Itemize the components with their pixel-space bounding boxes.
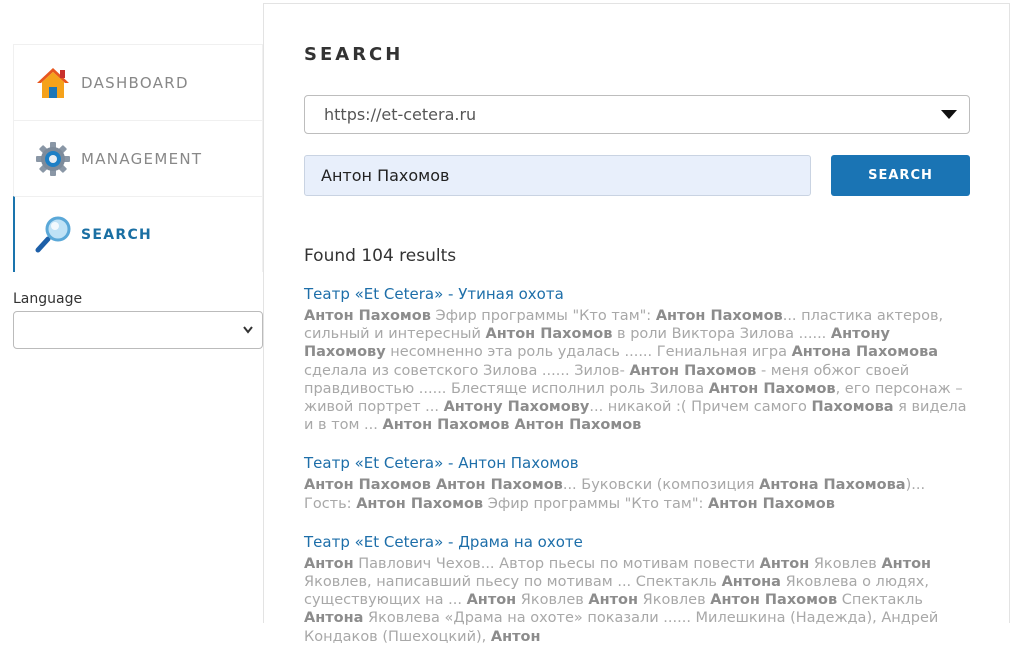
sidebar-item-label: DASHBOARD — [81, 73, 189, 92]
page-title: SEARCH — [304, 44, 404, 65]
magnifier-icon — [34, 216, 72, 254]
snippet-text: Яковлев — [809, 555, 882, 572]
snippet-highlight: Антона — [721, 574, 781, 591]
snippet-text: Павлович Чехов... Автор пьесы по мотивам… — [353, 555, 760, 572]
sidebar-item-management[interactable]: MANAGEMENT — [13, 120, 263, 196]
snippet-text: Яковлев — [638, 592, 711, 609]
snippet-highlight: Антон Пахомов — [710, 592, 838, 609]
snippet-highlight: Антон Пахомов — [708, 495, 835, 512]
result-title-link[interactable]: Театр «Et Cetera» - Антон Пахомов — [304, 454, 972, 472]
snippet-highlight: Антон Пахомов — [304, 308, 431, 324]
caret-down-icon — [941, 110, 957, 119]
snippet-highlight: Антон — [881, 555, 932, 572]
result-snippet: Антон Павлович Чехов... Автор пьесы по м… — [304, 555, 972, 646]
sidebar-item-dashboard[interactable]: DASHBOARD — [13, 44, 263, 120]
snippet-text: в роли Виктора Зилова ...... — [612, 326, 831, 343]
result-snippet: Антон Пахомов Антон Пахомов... Буковски … — [304, 476, 972, 512]
site-select[interactable]: https://et-cetera.ru — [304, 95, 970, 134]
snippet-highlight: Пахомова — [811, 399, 894, 416]
main-panel: SEARCH https://et-cetera.ru Антон Пахомо… — [263, 3, 1010, 645]
snippet-highlight: Антон — [490, 628, 541, 645]
result-title-link[interactable]: Театр «Et Cetera» - Утиная охота — [304, 285, 972, 303]
sidebar-item-label: SEARCH — [81, 226, 153, 243]
gear-icon — [34, 140, 72, 178]
result-item: Театр «Et Cetera» - Антон Пахомов Антон … — [304, 454, 972, 512]
search-input-value: Антон Пахомов — [321, 166, 450, 185]
snippet-text: Яковлев — [516, 592, 589, 609]
search-input[interactable]: Антон Пахомов — [304, 155, 811, 196]
snippet-highlight: Антон Пахомов — [708, 380, 836, 397]
site-select-value: https://et-cetera.ru — [324, 105, 477, 124]
snippet-text: Спектакль — [837, 592, 923, 609]
snippet-highlight: Антон — [588, 592, 639, 609]
snippet-highlight: Антона Пахомова — [791, 344, 939, 361]
result-item: Театр «Et Cetera» - Утиная охота Антон П… — [304, 285, 972, 434]
results-count: Found 104 results — [304, 246, 457, 266]
result-item: Театр «Et Cetera» - Драма на охоте Антон… — [304, 533, 972, 646]
sidebar-item-label: MANAGEMENT — [81, 149, 203, 168]
snippet-highlight: Антон — [304, 555, 354, 572]
snippet-highlight: Антона — [304, 610, 364, 627]
search-button[interactable]: SEARCH — [831, 155, 970, 196]
snippet-highlight: Антон Пахомов — [655, 308, 783, 324]
result-title-link[interactable]: Театр «Et Cetera» - Драма на охоте — [304, 533, 972, 551]
language-label: Language — [13, 291, 83, 307]
snippet-highlight: Антон Пахомов — [485, 326, 613, 343]
results-list: Театр «Et Cetera» - Утиная охота Антон П… — [304, 285, 972, 666]
snippet-highlight: Антон Пахомов — [356, 495, 484, 512]
snippet-text: сделала из советского Зилова ...... Зило… — [304, 362, 630, 379]
snippet-highlight: Антон — [466, 592, 517, 609]
snippet-text: ... никакой :( Причем самого — [589, 399, 812, 416]
snippet-highlight: Антон Пахомов Антон Пахомов — [382, 417, 642, 434]
snippet-highlight: Антону Пахомову — [443, 399, 590, 416]
snippet-highlight: Антона Пахомова — [759, 477, 906, 494]
snippet-highlight: Антон Пахомов — [629, 362, 757, 379]
home-icon — [34, 64, 72, 102]
snippet-highlight: Антон — [759, 555, 810, 572]
snippet-highlight: Антон Пахомов Антон Пахомов — [304, 477, 563, 494]
snippet-text: ... Буковски (композиция — [562, 477, 760, 494]
snippet-text: Эфир программы "Кто там": — [483, 495, 708, 512]
result-snippet: Антон Пахомов Эфир программы "Кто там": … — [304, 307, 972, 434]
sidebar: DASHBOARD MANAGEMENT SEARCH Language — [13, 44, 263, 349]
snippet-text: Яковлева «Драма на охоте» показали .....… — [304, 610, 939, 645]
snippet-text: несомненно эта роль удалась ...... Гениа… — [385, 344, 792, 361]
snippet-text: Эфир программы "Кто там": — [430, 308, 656, 324]
language-select[interactable] — [13, 311, 263, 349]
sidebar-item-search[interactable]: SEARCH — [13, 196, 263, 272]
snippet-text: Яковлев, написавший пьесу по мотивам ...… — [304, 574, 722, 591]
chevron-down-icon — [242, 322, 254, 343]
